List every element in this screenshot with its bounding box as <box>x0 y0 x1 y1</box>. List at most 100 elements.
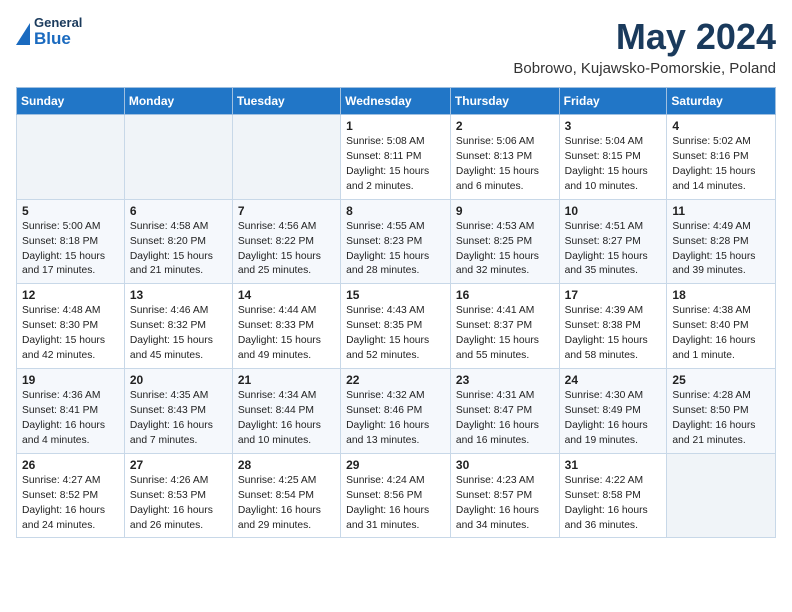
day-number: 4 <box>672 119 770 133</box>
day-info: Sunrise: 4:34 AMSunset: 8:44 PMDaylight:… <box>238 389 335 449</box>
day-info: Sunrise: 4:23 AMSunset: 8:57 PMDaylight:… <box>456 474 554 534</box>
calendar-cell: 23 Sunrise: 4:31 AMSunset: 8:47 PMDayligh… <box>450 369 559 454</box>
calendar-cell: 7 Sunrise: 4:56 AMSunset: 8:22 PMDaylight… <box>232 199 340 284</box>
day-info: Sunrise: 4:22 AMSunset: 8:58 PMDaylight:… <box>565 474 662 534</box>
day-number: 3 <box>565 119 662 133</box>
day-number: 1 <box>346 119 445 133</box>
calendar-cell <box>124 115 232 200</box>
logo-text: General Blue <box>34 16 82 49</box>
day-info: Sunrise: 4:31 AMSunset: 8:47 PMDaylight:… <box>456 389 554 449</box>
calendar-week-row: 12 Sunrise: 4:48 AMSunset: 8:30 PMDayligh… <box>17 284 776 369</box>
day-number: 11 <box>672 204 770 218</box>
calendar-cell: 22Sunrise: 4:32 AMSunset: 8:46 PMDayligh… <box>341 369 451 454</box>
day-info: Sunrise: 5:00 AMSunset: 8:18 PMDaylight:… <box>22 220 119 280</box>
day-info: Sunrise: 4:39 AMSunset: 8:38 PMDaylight:… <box>565 304 662 364</box>
calendar-cell: 17 Sunrise: 4:39 AMSunset: 8:38 PMDayligh… <box>559 284 667 369</box>
calendar-cell: 29Sunrise: 4:24 AMSunset: 8:56 PMDayligh… <box>341 453 451 538</box>
day-number: 7 <box>238 204 335 218</box>
calendar-cell: 25Sunrise: 4:28 AMSunset: 8:50 PMDayligh… <box>667 369 776 454</box>
day-number: 16 <box>456 288 554 302</box>
col-header-sunday: Sunday <box>17 88 125 115</box>
day-number: 27 <box>130 458 227 472</box>
calendar-cell: 21Sunrise: 4:34 AMSunset: 8:44 PMDayligh… <box>232 369 340 454</box>
day-info: Sunrise: 4:55 AMSunset: 8:23 PMDaylight:… <box>346 220 445 280</box>
calendar-cell: 31 Sunrise: 4:22 AMSunset: 8:58 PMDayligh… <box>559 453 667 538</box>
calendar-cell <box>17 115 125 200</box>
calendar-week-row: 1 Sunrise: 5:08 AMSunset: 8:11 PMDaylight… <box>17 115 776 200</box>
day-info: Sunrise: 5:02 AMSunset: 8:16 PMDaylight:… <box>672 135 770 195</box>
day-info: Sunrise: 5:06 AMSunset: 8:13 PMDaylight:… <box>456 135 554 195</box>
day-number: 23 <box>456 373 554 387</box>
calendar-cell: 3 Sunrise: 5:04 AMSunset: 8:15 PMDaylight… <box>559 115 667 200</box>
calendar-cell: 26Sunrise: 4:27 AMSunset: 8:52 PMDayligh… <box>17 453 125 538</box>
logo: General Blue <box>16 16 82 49</box>
calendar-cell: 12 Sunrise: 4:48 AMSunset: 8:30 PMDayligh… <box>17 284 125 369</box>
day-number: 26 <box>22 458 119 472</box>
day-info: Sunrise: 4:43 AMSunset: 8:35 PMDaylight:… <box>346 304 445 364</box>
calendar-cell: 8 Sunrise: 4:55 AMSunset: 8:23 PMDaylight… <box>341 199 451 284</box>
day-number: 29 <box>346 458 445 472</box>
day-info: Sunrise: 4:35 AMSunset: 8:43 PMDaylight:… <box>130 389 227 449</box>
day-number: 25 <box>672 373 770 387</box>
calendar-cell: 2 Sunrise: 5:06 AMSunset: 8:13 PMDaylight… <box>450 115 559 200</box>
day-info: Sunrise: 5:04 AMSunset: 8:15 PMDaylight:… <box>565 135 662 195</box>
day-number: 12 <box>22 288 119 302</box>
day-number: 17 <box>565 288 662 302</box>
day-number: 28 <box>238 458 335 472</box>
calendar-cell: 10 Sunrise: 4:51 AMSunset: 8:27 PMDayligh… <box>559 199 667 284</box>
col-header-tuesday: Tuesday <box>232 88 340 115</box>
calendar-cell <box>232 115 340 200</box>
calendar-cell: 18 Sunrise: 4:38 AMSunset: 8:40 PMDayligh… <box>667 284 776 369</box>
day-info: Sunrise: 4:38 AMSunset: 8:40 PMDaylight:… <box>672 304 770 364</box>
calendar-cell: 24Sunrise: 4:30 AMSunset: 8:49 PMDayligh… <box>559 369 667 454</box>
calendar-week-row: 5 Sunrise: 5:00 AMSunset: 8:18 PMDaylight… <box>17 199 776 284</box>
calendar-week-row: 26Sunrise: 4:27 AMSunset: 8:52 PMDayligh… <box>17 453 776 538</box>
day-info: Sunrise: 4:36 AMSunset: 8:41 PMDaylight:… <box>22 389 119 449</box>
col-header-thursday: Thursday <box>450 88 559 115</box>
page-header: General Blue May 2024 Bobrowo, Kujawsko-… <box>16 16 776 77</box>
day-info: Sunrise: 4:32 AMSunset: 8:46 PMDaylight:… <box>346 389 445 449</box>
day-number: 31 <box>565 458 662 472</box>
day-number: 15 <box>346 288 445 302</box>
day-number: 14 <box>238 288 335 302</box>
logo-blue: Blue <box>34 30 82 49</box>
calendar-cell: 30 Sunrise: 4:23 AMSunset: 8:57 PMDayligh… <box>450 453 559 538</box>
col-header-monday: Monday <box>124 88 232 115</box>
calendar-table: SundayMondayTuesdayWednesdayThursdayFrid… <box>16 87 776 538</box>
calendar-header-row: SundayMondayTuesdayWednesdayThursdayFrid… <box>17 88 776 115</box>
title-block: May 2024 Bobrowo, Kujawsko-Pomorskie, Po… <box>513 16 776 77</box>
calendar-cell: 16Sunrise: 4:41 AMSunset: 8:37 PMDayligh… <box>450 284 559 369</box>
day-number: 5 <box>22 204 119 218</box>
day-info: Sunrise: 5:08 AMSunset: 8:11 PMDaylight:… <box>346 135 445 195</box>
day-info: Sunrise: 4:51 AMSunset: 8:27 PMDaylight:… <box>565 220 662 280</box>
col-header-wednesday: Wednesday <box>341 88 451 115</box>
day-number: 10 <box>565 204 662 218</box>
calendar-cell: 9Sunrise: 4:53 AMSunset: 8:25 PMDaylight… <box>450 199 559 284</box>
calendar-cell: 13Sunrise: 4:46 AMSunset: 8:32 PMDayligh… <box>124 284 232 369</box>
day-info: Sunrise: 4:44 AMSunset: 8:33 PMDaylight:… <box>238 304 335 364</box>
day-info: Sunrise: 4:48 AMSunset: 8:30 PMDaylight:… <box>22 304 119 364</box>
day-info: Sunrise: 4:56 AMSunset: 8:22 PMDaylight:… <box>238 220 335 280</box>
day-info: Sunrise: 4:58 AMSunset: 8:20 PMDaylight:… <box>130 220 227 280</box>
logo-general: General <box>34 16 82 30</box>
day-info: Sunrise: 4:49 AMSunset: 8:28 PMDaylight:… <box>672 220 770 280</box>
day-info: Sunrise: 4:46 AMSunset: 8:32 PMDaylight:… <box>130 304 227 364</box>
day-number: 19 <box>22 373 119 387</box>
day-number: 18 <box>672 288 770 302</box>
calendar-cell: 1 Sunrise: 5:08 AMSunset: 8:11 PMDaylight… <box>341 115 451 200</box>
col-header-saturday: Saturday <box>667 88 776 115</box>
day-info: Sunrise: 4:25 AMSunset: 8:54 PMDaylight:… <box>238 474 335 534</box>
calendar-cell: 28 Sunrise: 4:25 AMSunset: 8:54 PMDayligh… <box>232 453 340 538</box>
calendar-cell: 20 Sunrise: 4:35 AMSunset: 8:43 PMDayligh… <box>124 369 232 454</box>
day-number: 9 <box>456 204 554 218</box>
col-header-friday: Friday <box>559 88 667 115</box>
day-number: 2 <box>456 119 554 133</box>
calendar-cell: 19 Sunrise: 4:36 AMSunset: 8:41 PMDayligh… <box>17 369 125 454</box>
day-number: 20 <box>130 373 227 387</box>
calendar-cell <box>667 453 776 538</box>
day-number: 30 <box>456 458 554 472</box>
calendar-cell: 14 Sunrise: 4:44 AMSunset: 8:33 PMDayligh… <box>232 284 340 369</box>
day-number: 8 <box>346 204 445 218</box>
month-year-title: May 2024 <box>513 16 776 58</box>
location-subtitle: Bobrowo, Kujawsko-Pomorskie, Poland <box>513 60 776 77</box>
